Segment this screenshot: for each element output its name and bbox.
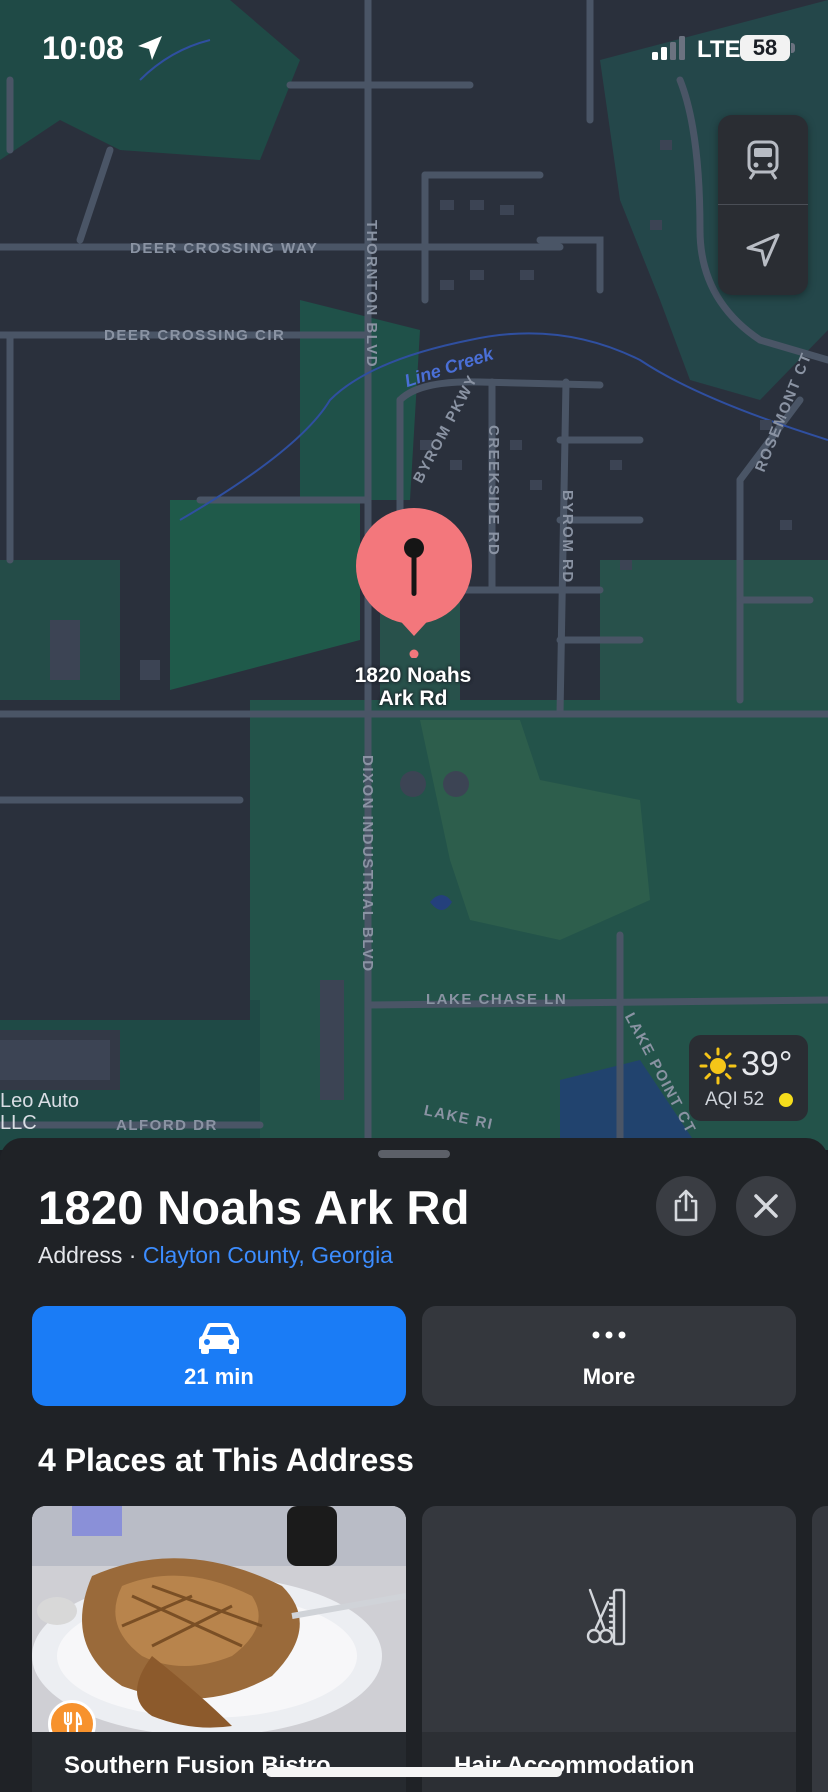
more-button[interactable]: More [422, 1306, 796, 1406]
cellular-signal-icon [652, 36, 685, 60]
home-indicator[interactable] [266, 1767, 562, 1777]
network-type: LTE [697, 36, 741, 63]
location-pin[interactable] [353, 508, 475, 658]
street-label: CREEKSIDE RD [485, 425, 502, 557]
poi-label[interactable]: Leo Auto LLC [0, 1090, 79, 1134]
place-type: Address · [38, 1242, 143, 1268]
ellipsis-icon [592, 1331, 626, 1339]
scissors-comb-icon [586, 1588, 626, 1646]
directions-button[interactable]: 21 min [32, 1306, 406, 1406]
more-label: More [582, 1364, 636, 1389]
street-label: ALFORD DR [116, 1117, 218, 1134]
close-icon [754, 1194, 778, 1218]
place-card[interactable]: Southern Fusion Bistro [32, 1506, 406, 1792]
place-subtitle: Address · Clayton County, Georgia [38, 1242, 393, 1269]
map-view[interactable]: DEER CROSSING WAY DEER CROSSING CIR THOR… [0, 0, 828, 1150]
pin-label: 1820 Noahs Ark Rd [354, 664, 472, 710]
street-label: DEER CROSSING WAY [130, 240, 319, 257]
map-controls [718, 115, 808, 295]
battery-cap [791, 43, 795, 53]
street-label: DEER CROSSING CIR [104, 327, 286, 344]
location-services-icon [138, 36, 162, 60]
directions-time: 21 min [184, 1364, 254, 1389]
place-sheet[interactable]: 1820 Noahs Ark Rd Address · Clayton Coun… [0, 1138, 828, 1792]
place-card[interactable]: Hair Accommodation [422, 1506, 796, 1792]
street-label: BYROM RD [559, 490, 576, 584]
share-icon [674, 1189, 698, 1222]
places-section-title: 4 Places at This Address [38, 1442, 414, 1478]
street-label: DIXON INDUSTRIAL BLVD [359, 755, 376, 973]
food-photo [32, 1506, 406, 1732]
close-button[interactable] [736, 1176, 796, 1236]
location-arrow-icon [746, 233, 780, 267]
status-bar: 10:08 LTE 58 [0, 0, 828, 100]
aqi-indicator [779, 1093, 793, 1107]
sheet-grabber[interactable] [378, 1150, 450, 1158]
car-icon [199, 1323, 239, 1354]
sun-icon [699, 1047, 737, 1085]
county-link[interactable]: Clayton County, Georgia [143, 1242, 393, 1268]
weather-temperature: 39° [741, 1045, 793, 1083]
street-label: THORNTON BLVD [363, 220, 380, 369]
place-title: 1820 Noahs Ark Rd [38, 1181, 470, 1234]
status-time: 10:08 [42, 30, 124, 66]
transit-mode-button[interactable] [718, 115, 808, 205]
battery-icon: 58 [740, 35, 790, 61]
share-button[interactable] [656, 1176, 716, 1236]
place-card-peek[interactable] [812, 1506, 828, 1792]
air-quality-index: AQI 52 [705, 1089, 765, 1110]
weather-widget[interactable]: 39° AQI 52 [689, 1035, 808, 1121]
current-location-button[interactable] [718, 205, 808, 295]
street-label: LAKE CHASE LN [426, 991, 568, 1008]
train-icon [747, 140, 779, 180]
